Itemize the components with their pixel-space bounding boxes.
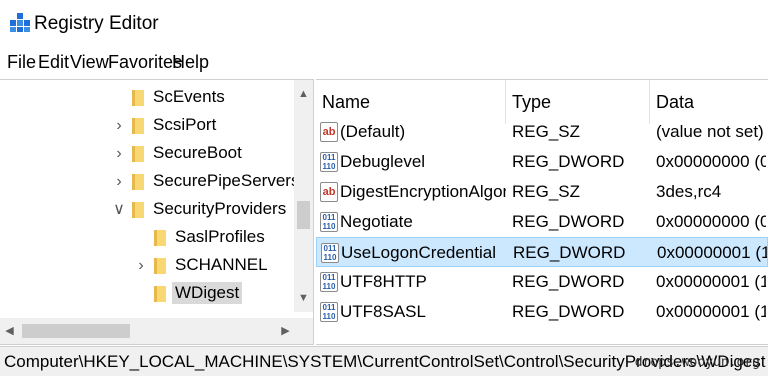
registry-tree-pane[interactable]: ScEvents › ScsiPort › SecureBoot › SecurePipeS…	[0, 79, 314, 345]
value-type: REG_DWORD	[512, 212, 625, 231]
tree-horizontal-scroll-thumb[interactable]	[22, 324, 130, 338]
string-value-icon: ab	[320, 122, 338, 142]
chevron-right-icon[interactable]: ›	[112, 146, 126, 162]
menu-help[interactable]: Help	[172, 52, 209, 73]
value-row-debuglevel[interactable]: 011 110 Debuglevel REG_DWORD 0x00000000 (0)	[316, 147, 768, 177]
value-name: Negotiate	[340, 212, 413, 231]
chevron-right-icon[interactable]: ›	[112, 174, 126, 190]
tree-item-label: ScEvents	[153, 87, 225, 106]
watermark-text: drops.wooyun.org	[634, 355, 760, 370]
chevron-right-icon[interactable]: ›	[134, 258, 148, 274]
folder-icon	[132, 202, 144, 218]
folder-icon	[154, 258, 166, 274]
folder-icon	[132, 118, 144, 134]
tree-item-schannel[interactable]: › SCHANNEL	[0, 252, 290, 280]
value-type: REG_DWORD	[512, 152, 625, 171]
value-type: REG_SZ	[512, 122, 581, 141]
tree-vertical-scroll-thumb[interactable]	[297, 201, 310, 229]
dword-value-icon: 011 110	[320, 212, 338, 232]
tree-vertical-scrollbar[interactable]: ▲ ▼	[294, 80, 313, 312]
value-data: 0x00000000 (0)	[656, 152, 766, 171]
registry-editor-app-icon	[10, 13, 30, 32]
dword-value-icon: 011 110	[321, 243, 339, 263]
value-row-default[interactable]: ab (Default) REG_SZ (value not set)	[316, 117, 768, 147]
dword-value-icon: 011 110	[320, 272, 338, 292]
scrollbar-corner	[294, 318, 313, 344]
value-name: (Default)	[340, 122, 406, 141]
folder-icon	[132, 174, 144, 190]
chevron-right-icon[interactable]: ›	[112, 118, 126, 134]
folder-icon	[132, 90, 144, 106]
value-type: REG_DWORD	[513, 243, 626, 262]
value-type: REG_SZ	[512, 182, 581, 201]
status-bar: Computer\HKEY_LOCAL_MACHINE\SYSTEM\Curre…	[0, 346, 768, 376]
tree-item-scsiport[interactable]: › ScsiPort	[0, 112, 290, 140]
value-name: UTF8SASL	[340, 302, 426, 321]
window-title: Registry Editor	[34, 13, 159, 34]
value-name: UTF8HTTP	[340, 272, 427, 291]
value-data: 0x00000001 (1)	[657, 243, 767, 262]
value-data: 0x00000001 (1)	[656, 302, 766, 321]
folder-icon	[154, 286, 166, 302]
value-type: REG_DWORD	[512, 302, 625, 321]
value-data: (value not set)	[656, 122, 764, 141]
menu-view[interactable]: View	[70, 52, 109, 73]
tree-item-label: SecurePipeServers	[153, 171, 300, 190]
tree-item-wdigest[interactable]: WDigest	[0, 280, 290, 308]
value-row-digestencryptionalgorit[interactable]: abDigestEncryptionAlgorit... REG_SZ 3des,r…	[316, 177, 768, 207]
registry-values-pane[interactable]: Name Type Data ab (Default) REG_SZ (value n…	[316, 79, 768, 345]
value-name: UseLogonCredential	[341, 243, 496, 262]
tree-item-saslprofiles[interactable]: SaslProfiles	[0, 224, 290, 252]
dword-value-icon: 011 110	[320, 302, 338, 322]
tree-item-label: SecureBoot	[153, 143, 242, 162]
value-type: REG_DWORD	[512, 272, 625, 291]
value-row-utf8sasl[interactable]: 011 110 UTF8SASL REG_DWORD 0x00000001 (1)	[316, 297, 768, 327]
value-data: 0x00000000 (0)	[656, 212, 766, 231]
tree-horizontal-scrollbar[interactable]: ◀ ▶	[0, 318, 295, 344]
tree-item-label: WDigest	[172, 282, 243, 304]
tree-item-label: SaslProfiles	[175, 227, 265, 246]
value-data: 0x00000001 (1)	[656, 272, 766, 291]
scroll-down-icon[interactable]: ▼	[294, 292, 313, 304]
tree-item-label: SCHANNEL	[175, 255, 268, 274]
menu-edit[interactable]: Edit	[38, 52, 69, 73]
tree-item-scevents[interactable]: ScEvents	[0, 84, 290, 112]
folder-icon	[132, 146, 144, 162]
value-row-uselogoncredential[interactable]: 011 110 UseLogonCredential REG_DWORD 0x0000…	[316, 237, 768, 267]
tree-item-label: ScsiPort	[153, 115, 217, 134]
scroll-up-icon[interactable]: ▲	[294, 88, 313, 100]
chevron-down-icon[interactable]: ∨	[112, 202, 126, 218]
value-data: 3des,rc4	[656, 182, 722, 201]
scroll-left-icon[interactable]: ◀	[0, 324, 19, 337]
dword-value-icon: 011 110	[320, 152, 338, 172]
tree-item-securepipeservers[interactable]: › SecurePipeServers	[0, 168, 299, 196]
scroll-right-icon[interactable]: ▶	[276, 324, 295, 337]
value-row-negotiate[interactable]: 011 110 Negotiate REG_DWORD 0x00000000 (0)	[316, 207, 768, 237]
folder-icon	[154, 230, 166, 246]
string-value-icon: ab	[320, 182, 338, 202]
tree-item-secureboot[interactable]: › SecureBoot	[0, 140, 290, 168]
menu-file[interactable]: File	[7, 52, 36, 73]
value-row-utf8http[interactable]: 011 110 UTF8HTTP REG_DWORD 0x00000001 (1)	[316, 267, 768, 297]
value-name: DigestEncryptionAlgorit...	[340, 182, 506, 201]
title-bar: Registry Editor	[0, 0, 768, 46]
tree-item-label: SecurityProviders	[153, 199, 287, 218]
value-name: Debuglevel	[340, 152, 426, 171]
menu-favorites[interactable]: Favorites	[108, 52, 182, 73]
tree-item-securityproviders[interactable]: ∨ SecurityProviders	[0, 196, 290, 224]
